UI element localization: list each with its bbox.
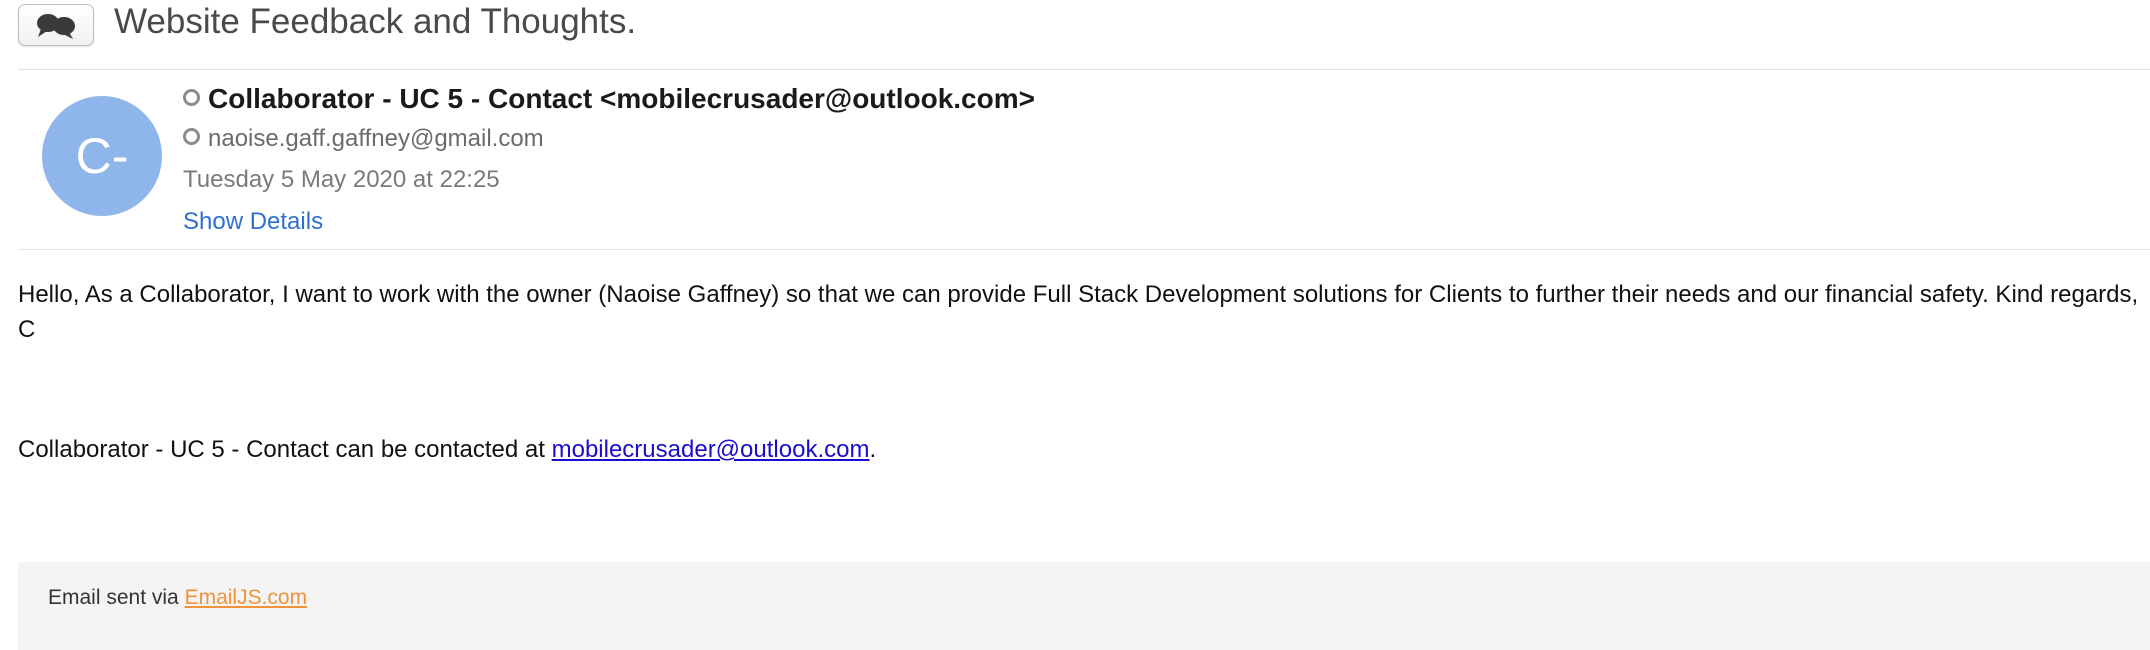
sender-line[interactable]: Collaborator - UC 5 - Contact <mobilecru… [183,83,1035,115]
message-body: Hello, As a Collaborator, I want to work… [18,281,2139,343]
presence-dot-icon [183,89,200,107]
footer-prefix: Email sent via [48,586,185,609]
email-subject: Website Feedback and Thoughts. [114,2,637,41]
show-details-link[interactable]: Show Details [183,208,323,236]
speech-bubbles-icon[interactable] [18,4,94,46]
emailjs-link[interactable]: EmailJS.com [185,586,308,609]
recipient-address[interactable]: naoise.gaff.gaffney@gmail.com [208,125,544,152]
sender-name[interactable]: Collaborator - UC 5 - Contact <mobilecru… [208,83,1035,114]
contact-suffix: . [869,436,877,463]
subject-bar: Website Feedback and Thoughts. [18,0,2150,70]
contact-line: Collaborator - UC 5 - Contact can be con… [18,436,876,464]
recipient-line[interactable]: naoise.gaff.gaffney@gmail.com [183,125,544,153]
footer-text: Email sent via EmailJS.com [48,586,307,610]
email-viewer: Website Feedback and Thoughts. C- Collab… [0,0,2150,650]
presence-dot-icon [183,128,200,146]
email-header: C- Collaborator - UC 5 - Contact <mobile… [18,70,2150,250]
sent-date: Tuesday 5 May 2020 at 22:25 [183,166,500,193]
contact-prefix: Collaborator - UC 5 - Contact can be con… [18,436,552,463]
avatar: C- [42,96,162,216]
contact-email-link[interactable]: mobilecrusader@outlook.com [552,436,870,463]
email-footer: Email sent via EmailJS.com [18,562,2150,650]
